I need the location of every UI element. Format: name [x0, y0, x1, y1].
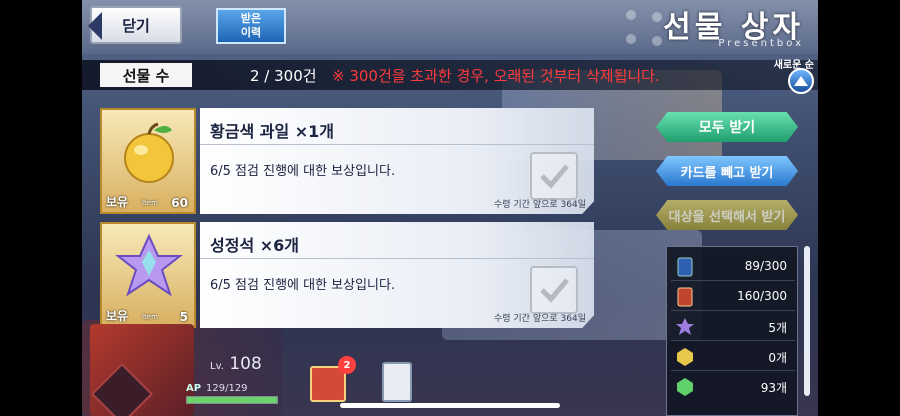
player-level: Lv. 108 [210, 354, 262, 374]
select-checkbox[interactable] [530, 152, 578, 200]
gift-info-panel: 황금색 과일 ×1개 6/5 점검 진행에 대한 보상입니다. 수령 기간 앞으… [200, 108, 594, 214]
inventory-value: 0개 [768, 351, 787, 365]
inventory-row: 93개 [667, 373, 799, 401]
green-gem-icon [677, 378, 693, 396]
gift-count-bar: 선물 수 2 / 300건 ※ 300건을 초과한 경우, 오래된 것부터 삭제… [82, 60, 818, 90]
divider [200, 144, 594, 145]
owned-count: 5 [179, 310, 188, 324]
home-indicator [340, 403, 560, 408]
ap-bar [186, 396, 278, 404]
gift-item[interactable]: 보유 Item 60 황금색 과일 ×1개 6/5 점검 진행에 대한 보상입니… [100, 108, 594, 214]
inventory-row: 0개 [667, 343, 799, 371]
item-type-label: Item [142, 199, 158, 207]
back-arrow-icon [88, 12, 102, 40]
ap-bar-fill [187, 397, 277, 403]
history-label-line2: 이력 [240, 26, 262, 39]
golden-apple-icon [124, 122, 174, 183]
gift-count-value: 2 / 300건 [250, 67, 317, 85]
ap-label: AP [186, 383, 202, 394]
gift-name: 황금색 과일 ×1개 [210, 122, 334, 141]
receive-all-button[interactable]: 모두 받기 [656, 112, 798, 142]
select-checkbox[interactable] [530, 266, 578, 314]
gift-expire: 수령 기간 앞으로 364일 [493, 314, 586, 324]
gift-info-panel: 성정석 ×6개 6/5 점검 진행에 대한 보상입니다. 수령 기간 앞으로 3… [200, 222, 594, 328]
close-label: 닫기 [122, 16, 150, 35]
gift-count-label: 선물 수 [100, 63, 192, 87]
top-bar: 닫기 받은 이력 선물 상자 Presentbox [82, 0, 818, 54]
gift-expire: 수령 기간 앞으로 364일 [493, 200, 586, 210]
level-prefix: Lv. [210, 361, 224, 372]
gift-name: 성정석 ×6개 [210, 236, 299, 255]
gift-description: 6/5 점검 진행에 대한 보상입니다. [210, 278, 396, 293]
history-label-line1: 받은 [240, 12, 262, 25]
inventory-row: 5개 [667, 313, 799, 341]
level-value: 108 [229, 354, 262, 374]
gift-description: 6/5 점검 진행에 대한 보상입니다. [210, 164, 396, 179]
right-bezel [818, 0, 900, 416]
inventory-value: 93개 [760, 381, 787, 395]
gift-icon-frame: 보유 Item 5 [100, 222, 196, 328]
divider [200, 258, 594, 259]
item-type-label: Item [142, 313, 158, 321]
received-history-button[interactable]: 받은 이력 [216, 8, 286, 44]
inventory-panel: 89/300 160/300 5개 0개 93개 [666, 246, 798, 416]
deletion-notice: ※ 300건을 초과한 경우, 오래된 것부터 삭제됩니다. [332, 67, 660, 85]
owned-label: 보유 [106, 309, 129, 323]
game-screen: 닫기 받은 이력 선물 상자 Presentbox 선물 수 2 / 300건 … [82, 0, 818, 416]
gift-item[interactable]: 보유 Item 5 성정석 ×6개 6/5 점검 진행에 대한 보상입니다. 수… [100, 222, 594, 328]
inventory-value: 89/300 [744, 259, 787, 273]
scrollbar[interactable] [804, 246, 810, 396]
inventory-row: 160/300 [667, 283, 799, 311]
saint-quartz-icon [115, 233, 183, 297]
inventory-value: 5개 [768, 321, 787, 335]
craft-essence-icon [677, 287, 693, 307]
notification-badge: 2 [338, 356, 356, 374]
servant-card-icon [677, 257, 693, 277]
owned-label: 보유 [106, 195, 129, 209]
receive-except-cards-button[interactable]: 카드를 빼고 받기 [656, 156, 798, 186]
checkmark-icon [540, 278, 569, 303]
close-button[interactable]: 닫기 [88, 6, 182, 44]
inventory-row: 89/300 [667, 253, 799, 281]
sort-button[interactable] [788, 68, 814, 94]
inventory-value: 160/300 [737, 289, 787, 303]
golden-gem-icon [677, 348, 693, 366]
left-bezel [0, 0, 82, 416]
page-subtitle: Presentbox [718, 38, 804, 49]
owned-count: 60 [171, 196, 188, 210]
saint-quartz-icon [676, 318, 694, 335]
gift-icon-frame: 보유 Item 60 [100, 108, 196, 214]
checkmark-icon [540, 164, 569, 189]
up-arrow-icon [794, 76, 808, 86]
clipboard-icon[interactable] [382, 362, 412, 402]
select-and-receive-button[interactable]: 대상을 선택해서 받기 [656, 200, 798, 230]
ap-value: 129/129 [206, 383, 248, 394]
